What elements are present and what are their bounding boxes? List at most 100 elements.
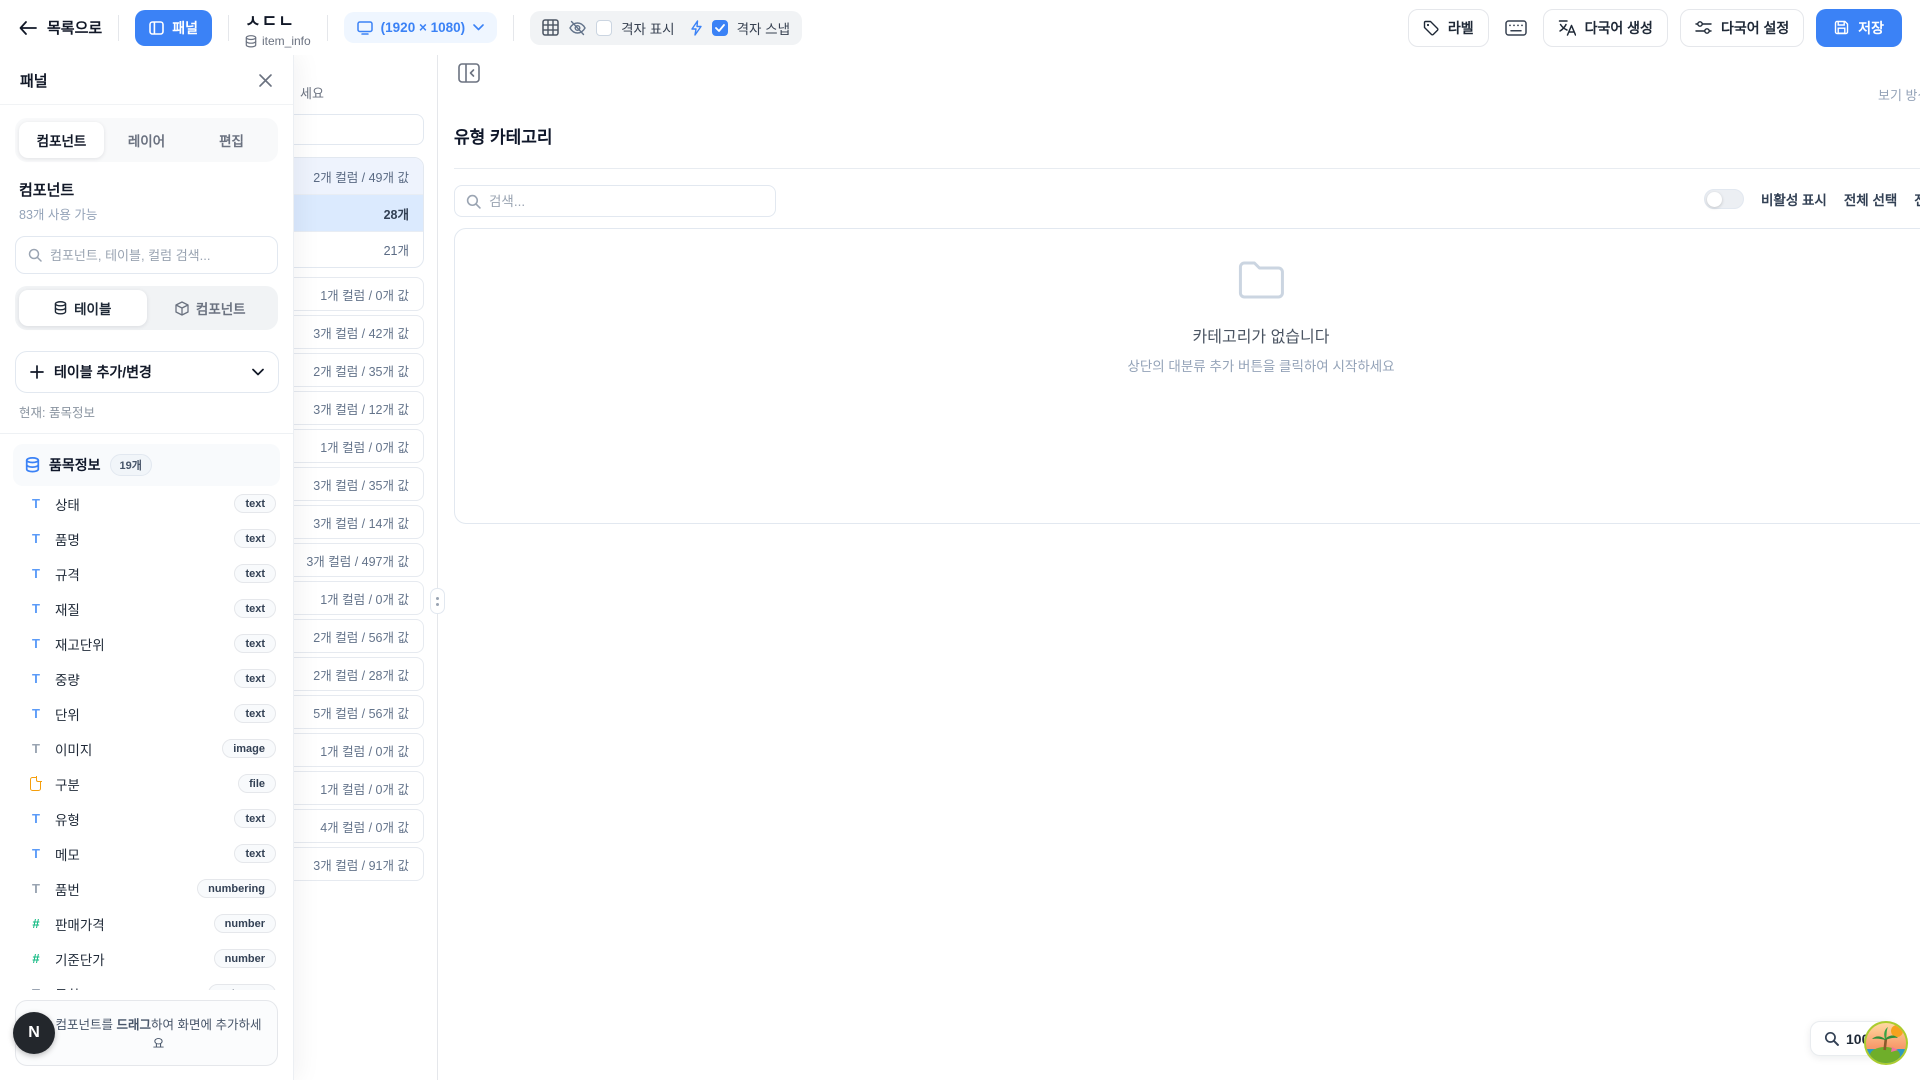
tab-components[interactable]: 컴포넌트 — [19, 122, 104, 158]
field-row[interactable]: T 메모 text — [13, 836, 280, 871]
save-button-text: 저장 — [1858, 18, 1884, 38]
app-title-block: ㅅㄷㄴ item_info — [245, 7, 311, 48]
field-type-badge: text — [234, 529, 276, 548]
back-button[interactable]: 목록으로 — [18, 17, 102, 38]
grid-snap-label[interactable]: 격자 스냅 — [737, 18, 790, 38]
grid-show-label[interactable]: 격자 표시 — [621, 18, 674, 38]
current-table-label: 현재: 품목정보 — [19, 402, 274, 421]
i18n-generate-button[interactable]: 다국어 생성 — [1543, 9, 1668, 47]
search-icon — [466, 194, 481, 209]
toolbar-separator — [327, 15, 328, 41]
i18n-settings-button[interactable]: 다국어 설정 — [1680, 9, 1804, 47]
translate-icon — [1558, 19, 1576, 36]
field-row[interactable]: # 판매가격 number — [13, 906, 280, 941]
category-search-input[interactable] — [489, 194, 764, 209]
save-icon — [1834, 20, 1849, 35]
field-row[interactable]: T 품번 numbering — [13, 871, 280, 906]
field-row[interactable]: T 유형 text — [13, 801, 280, 836]
panel-search[interactable] — [15, 236, 278, 274]
plus-icon — [30, 365, 44, 379]
field-row[interactable]: T 재질 text — [13, 591, 280, 626]
field-name: 기준단가 — [55, 949, 204, 969]
left-panel: 패널 컴포넌트 레이어 편집 컴포넌트 83개 사용 가능 테이블 컴포넌트 테… — [0, 55, 294, 1080]
page-title: 유형 카테고리 — [454, 123, 553, 148]
field-row[interactable]: T 상태 text — [13, 486, 280, 521]
field-type-badge: text — [234, 809, 276, 828]
field-rows: T 상태 text T 품명 text T 규격 text T — [13, 486, 280, 990]
magnifier-icon — [1824, 1031, 1839, 1046]
field-type-icon: T — [27, 846, 45, 861]
empty-state-subtitle: 상단의 대분류 추가 버튼을 클릭하여 시작하세요 — [1127, 355, 1394, 375]
collapse-sidebar-button[interactable] — [454, 59, 484, 87]
category-search[interactable] — [454, 185, 776, 217]
field-row[interactable]: 구분 file — [13, 766, 280, 801]
field-name: 재질 — [55, 599, 224, 619]
table-field-list: 품목정보 19개 T 상태 text T 품명 text T 규격 — [0, 434, 293, 990]
add-table-label: 테이블 추가/변경 — [54, 362, 152, 382]
table-group-header[interactable]: 품목정보 19개 — [13, 444, 280, 486]
field-row[interactable]: # 기준단가 number — [13, 941, 280, 976]
lightning-icon — [690, 20, 703, 36]
select-all-button[interactable]: 전체 선택 — [1844, 189, 1897, 209]
field-type-badge: text — [234, 634, 276, 653]
field-type-icon — [30, 777, 41, 791]
tab-layers[interactable]: 레이어 — [104, 122, 189, 158]
divider-drag-handle[interactable] — [430, 588, 445, 614]
field-type-badge: text — [234, 844, 276, 863]
field-row[interactable]: T 규격 text — [13, 556, 280, 591]
database-icon — [245, 35, 257, 48]
field-row[interactable]: T 이미지 image — [13, 731, 280, 766]
save-button[interactable]: 저장 — [1816, 9, 1902, 47]
field-row[interactable]: T 단위 text — [13, 696, 280, 731]
empty-state-title: 카테고리가 없습니다 — [1193, 323, 1330, 347]
folder-icon — [1236, 259, 1286, 301]
panel-search-input[interactable] — [50, 248, 265, 263]
list-controls: 비활성 표시 전체 선택 전 — [1704, 189, 1920, 209]
app-title: ㅅㄷㄴ — [245, 7, 311, 32]
panel-tab-bar: 컴포넌트 레이어 편집 — [15, 118, 278, 162]
field-type-badge: category — [208, 984, 276, 990]
clipped-action-button[interactable]: 전 — [1914, 189, 1920, 209]
grid-show-checkbox[interactable] — [596, 20, 612, 36]
table-field-count-badge: 19개 — [110, 454, 152, 476]
field-type-badge: number — [214, 914, 276, 933]
table-name: 품목정보 — [49, 455, 101, 475]
field-row[interactable]: T 통화 category — [13, 976, 280, 990]
field-name: 판매가격 — [55, 914, 204, 934]
view-mode-label: 보기 방식 — [1878, 85, 1920, 104]
keyboard-shortcuts-button[interactable] — [1501, 16, 1531, 40]
grid-snap-checkbox[interactable] — [712, 20, 728, 36]
field-row[interactable]: T 중량 text — [13, 661, 280, 696]
mode-tab-tables[interactable]: 테이블 — [19, 290, 147, 326]
field-row[interactable]: T 품명 text — [13, 521, 280, 556]
resolution-selector[interactable]: (1920 × 1080) — [344, 12, 497, 43]
label-button[interactable]: 라벨 — [1408, 9, 1489, 47]
show-inactive-label[interactable]: 비활성 표시 — [1761, 189, 1827, 209]
field-type-badge: text — [234, 494, 276, 513]
field-type-icon: T — [27, 881, 45, 896]
field-name: 품명 — [55, 529, 224, 549]
canvas: 보기 방식 유형 카테고리 비활성 표시 전체 선택 전 카테고리가 없습니다 … — [438, 55, 1920, 1080]
close-icon[interactable] — [258, 73, 273, 88]
mode-tab-components-label: 컴포넌트 — [196, 298, 246, 318]
add-table-button[interactable]: 테이블 추가/변경 — [15, 351, 279, 393]
field-name: 중량 — [55, 669, 224, 689]
components-section-title: 컴포넌트 — [19, 179, 274, 200]
eye-off-icon — [568, 20, 587, 36]
field-row[interactable]: T 재고단위 text — [13, 626, 280, 661]
mode-tab-components[interactable]: 컴포넌트 — [147, 290, 275, 326]
field-name: 상태 — [55, 494, 224, 514]
tab-edit[interactable]: 편집 — [189, 122, 274, 158]
field-type-icon: T — [27, 496, 45, 511]
field-type-icon: T — [27, 671, 45, 686]
source-mode-tabs: 테이블 컴포넌트 — [15, 286, 278, 330]
panel-icon — [149, 21, 164, 35]
panel-toggle-button[interactable]: 패널 — [135, 10, 212, 46]
field-name: 규격 — [55, 564, 224, 584]
back-arrow-icon — [18, 20, 37, 36]
grid-options-group: 격자 표시 격자 스냅 — [530, 11, 802, 45]
field-name: 통화 — [55, 984, 198, 991]
show-inactive-toggle[interactable] — [1704, 189, 1744, 209]
field-type-badge: number — [214, 949, 276, 968]
field-type-badge: text — [234, 564, 276, 583]
